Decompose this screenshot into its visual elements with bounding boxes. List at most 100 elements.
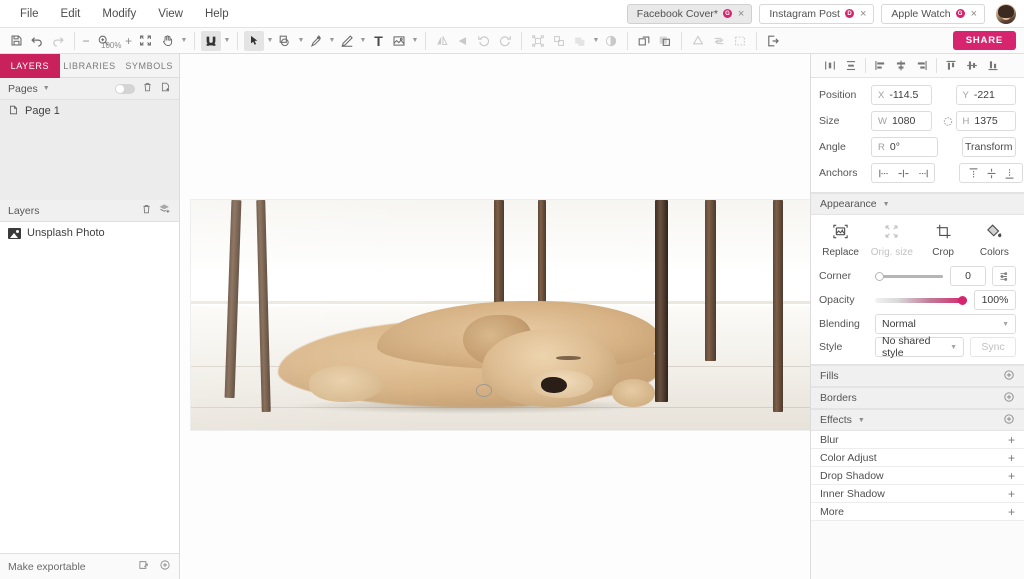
effect-item-drop-shadow[interactable]: Drop Shadow +	[811, 467, 1024, 485]
position-x-input[interactable]: X -114.5	[871, 85, 932, 105]
chevron-down-icon[interactable]: ▼	[222, 31, 231, 51]
undo-icon[interactable]	[27, 31, 47, 51]
anchor-center-vertical-icon[interactable]	[982, 164, 1000, 182]
close-icon[interactable]: ×	[859, 8, 866, 20]
borders-section-header[interactable]: Borders	[811, 387, 1024, 409]
align-top-icon[interactable]	[942, 57, 960, 75]
align-center-icon[interactable]	[892, 57, 910, 75]
flip-vertical-icon[interactable]	[453, 31, 473, 51]
position-y-input[interactable]: Y -221	[956, 85, 1017, 105]
add-color-adjust-icon[interactable]: +	[1008, 452, 1015, 464]
fit-to-screen-icon[interactable]	[135, 31, 155, 51]
group-icon[interactable]	[528, 31, 548, 51]
add-export-icon[interactable]	[159, 559, 171, 574]
lock-aspect-ratio-icon[interactable]	[940, 115, 956, 128]
text-icon[interactable]: T	[368, 31, 388, 51]
blending-select[interactable]: Normal ▼	[875, 314, 1016, 334]
close-icon[interactable]: ×	[970, 8, 977, 20]
flip-horizontal-icon[interactable]	[432, 31, 452, 51]
opacity-value-input[interactable]: 100%	[974, 290, 1016, 310]
pointer-icon[interactable]	[244, 31, 264, 51]
corner-slider-knob[interactable]	[875, 272, 884, 281]
canvas-area[interactable]	[180, 54, 810, 579]
zoom-in-button[interactable]: +	[123, 34, 133, 48]
avatar[interactable]	[996, 4, 1016, 24]
anchor-bottom-icon[interactable]	[1000, 164, 1018, 182]
style-select[interactable]: No shared style ▼	[875, 337, 964, 357]
transform-button[interactable]: Transform	[962, 137, 1017, 157]
colors-button[interactable]: Colors	[969, 223, 1020, 258]
save-icon[interactable]	[6, 31, 26, 51]
opacity-slider[interactable]	[875, 291, 967, 309]
chevron-down-icon[interactable]: ▼	[179, 31, 188, 51]
distribute-horizontal-icon[interactable]	[821, 57, 839, 75]
image-icon[interactable]	[389, 31, 409, 51]
layers-section-header[interactable]: Layers	[0, 200, 179, 222]
close-icon[interactable]: ×	[737, 8, 744, 20]
effect-item-blur[interactable]: Blur +	[811, 431, 1024, 449]
crop-button[interactable]: Crop	[918, 223, 969, 258]
corner-settings-icon[interactable]	[992, 266, 1016, 286]
add-more-effects-icon[interactable]: +	[1008, 506, 1015, 518]
anchor-center-horizontal-icon[interactable]	[894, 164, 912, 182]
add-layer-icon[interactable]	[159, 203, 171, 218]
effects-section-header[interactable]: Effects ▼	[811, 409, 1024, 431]
add-blur-icon[interactable]: +	[1008, 434, 1015, 446]
page-item-page-1[interactable]: Page 1	[0, 100, 179, 122]
distribute-vertical-icon[interactable]	[842, 57, 860, 75]
rotate-right-icon[interactable]	[495, 31, 515, 51]
sync-style-button[interactable]: Sync	[970, 337, 1016, 357]
align-right-icon[interactable]	[913, 57, 931, 75]
original-size-button[interactable]: Orig. size	[866, 223, 917, 258]
pen-icon[interactable]	[306, 31, 326, 51]
align-left-icon[interactable]	[871, 57, 889, 75]
add-page-icon[interactable]	[160, 81, 171, 96]
rotate-left-icon[interactable]	[474, 31, 494, 51]
align-middle-icon[interactable]	[963, 57, 981, 75]
zoom-out-button[interactable]: −	[81, 34, 91, 48]
anchor-right-icon[interactable]	[912, 164, 930, 182]
subtract-icon[interactable]	[709, 31, 729, 51]
add-inner-shadow-icon[interactable]: +	[1008, 488, 1015, 500]
effect-item-color-adjust[interactable]: Color Adjust +	[811, 449, 1024, 467]
pages-section-header[interactable]: Pages ▼	[0, 78, 179, 100]
tab-instagram-post[interactable]: Instagram Post D ×	[759, 4, 874, 24]
tab-layers[interactable]: LAYERS	[0, 54, 60, 78]
align-bottom-icon[interactable]	[984, 57, 1002, 75]
chevron-down-icon[interactable]: ▼	[358, 31, 367, 51]
effect-item-inner-shadow[interactable]: Inner Shadow +	[811, 485, 1024, 503]
delete-page-icon[interactable]	[142, 81, 153, 96]
layer-item-unsplash-photo[interactable]: Unsplash Photo	[0, 222, 179, 244]
hand-icon[interactable]	[157, 31, 177, 51]
tab-facebook-cover[interactable]: Facebook Cover* G ×	[627, 4, 753, 24]
chevron-down-icon[interactable]: ▼	[327, 31, 336, 51]
share-button[interactable]: SHARE	[953, 31, 1016, 50]
mask-icon[interactable]	[601, 31, 621, 51]
menu-modify[interactable]: Modify	[92, 4, 146, 24]
snap-magnet-icon[interactable]	[201, 31, 221, 51]
corner-slider[interactable]	[875, 267, 943, 285]
menu-file[interactable]: File	[10, 4, 49, 24]
chevron-down-icon[interactable]: ▼	[858, 417, 865, 424]
fills-section-header[interactable]: Fills	[811, 365, 1024, 387]
export-slice-icon[interactable]	[138, 559, 150, 574]
menu-view[interactable]: View	[148, 4, 193, 24]
chevron-down-icon[interactable]: ▼	[591, 31, 600, 51]
delete-layer-icon[interactable]	[141, 203, 152, 218]
anchor-left-icon[interactable]	[876, 164, 894, 182]
add-fill-icon[interactable]	[1003, 369, 1015, 384]
send-backward-icon[interactable]	[655, 31, 675, 51]
corner-value-input[interactable]: 0	[950, 266, 986, 286]
tab-symbols[interactable]: SYMBOLS	[119, 54, 179, 78]
add-effect-icon[interactable]	[1003, 413, 1015, 428]
tab-libraries[interactable]: LIBRARIES	[60, 54, 120, 78]
effect-item-more[interactable]: More +	[811, 503, 1024, 521]
intersect-icon[interactable]	[730, 31, 750, 51]
add-border-icon[interactable]	[1003, 391, 1015, 406]
chevron-down-icon[interactable]: ▼	[410, 31, 419, 51]
bring-forward-icon[interactable]	[634, 31, 654, 51]
chevron-down-icon[interactable]: ▼	[43, 85, 50, 92]
pages-visibility-toggle[interactable]	[115, 84, 135, 94]
menu-edit[interactable]: Edit	[51, 4, 91, 24]
chevron-down-icon[interactable]: ▼	[296, 31, 305, 51]
